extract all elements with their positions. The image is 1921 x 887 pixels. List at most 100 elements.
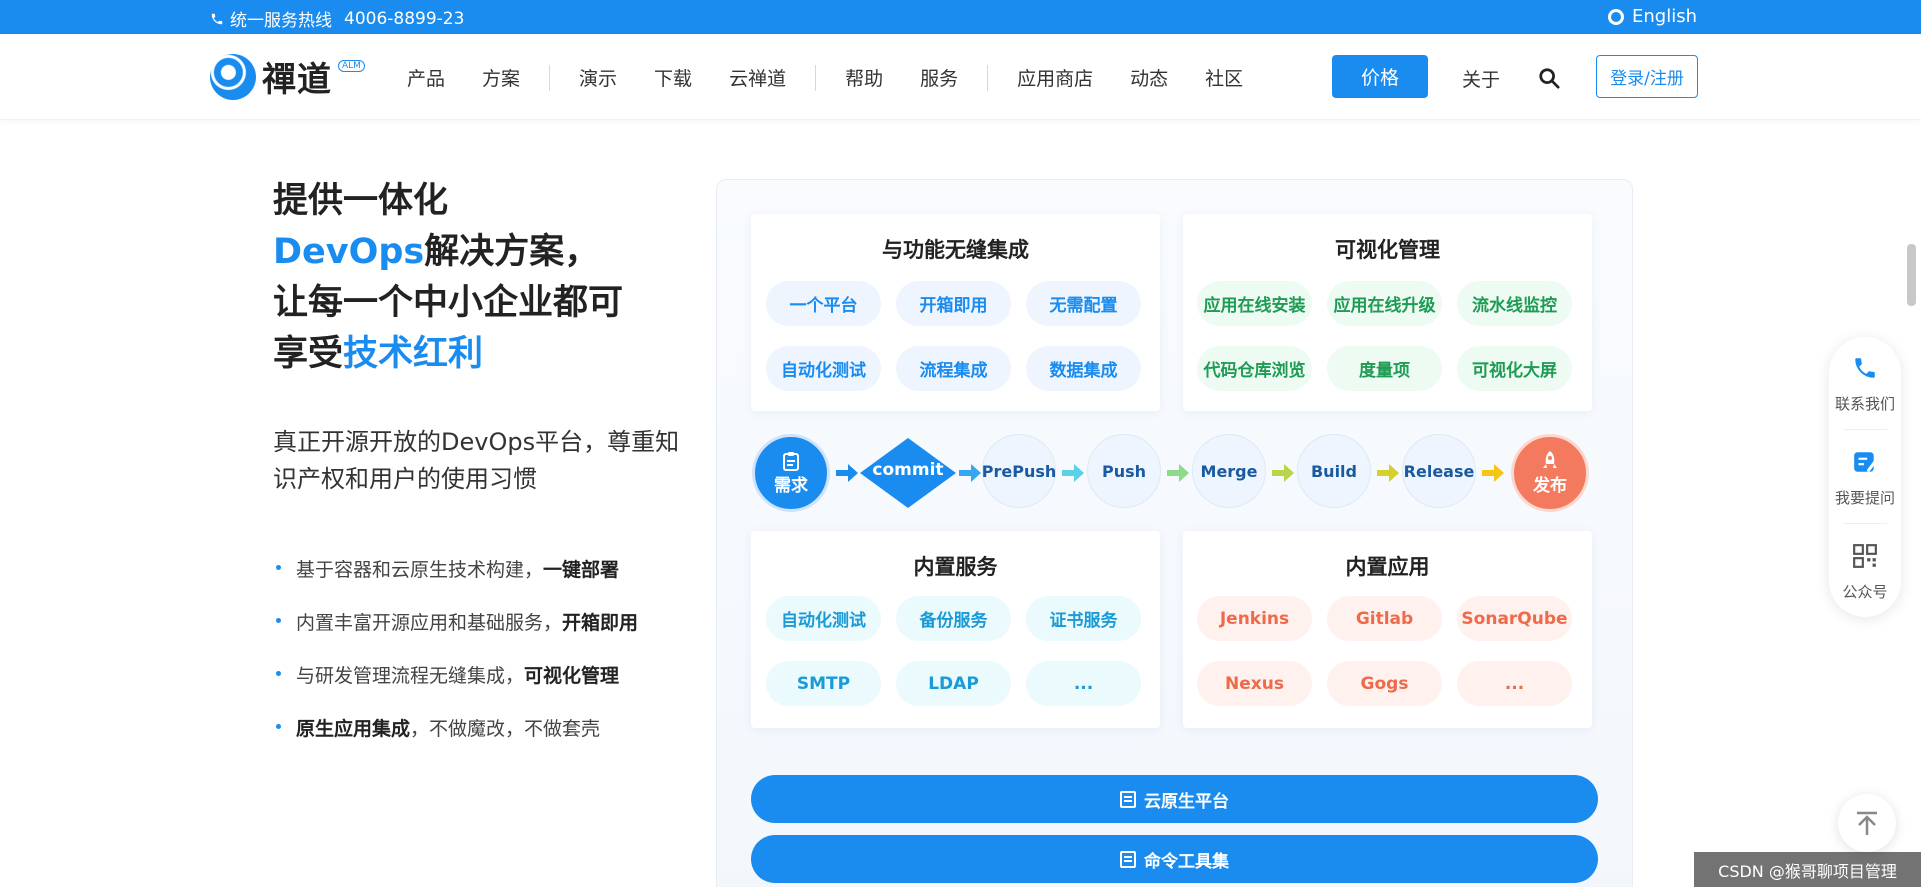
feature-item: 与研发管理流程无缝集成，可视化管理	[273, 661, 638, 714]
nav-item-cloud[interactable]: 云禅道	[729, 64, 786, 91]
arrow-right-icon	[1272, 464, 1294, 482]
headline-solution: 解决方案，	[424, 232, 600, 272]
qr-code-icon	[1853, 544, 1877, 568]
official-account-button[interactable]: 公众号	[1829, 543, 1901, 602]
card-title: 与功能无缝集成	[882, 238, 1029, 262]
nav-item-app-store[interactable]: 应用商店	[1017, 64, 1093, 91]
about-link[interactable]: 关于	[1462, 65, 1500, 92]
ask-question-label: 我要提问	[1834, 489, 1895, 507]
arrow-right-icon	[1167, 464, 1189, 482]
feature-text: 基于容器和云原生技术构建，	[296, 559, 544, 581]
logo[interactable]: 禪道 ALM	[210, 52, 365, 101]
nav-divider	[549, 64, 551, 91]
language-label: English	[1632, 6, 1697, 27]
login-register-button[interactable]: 登录/注册	[1596, 55, 1698, 98]
headline-line-3: 让每一个中小企业都可	[273, 283, 624, 323]
ask-question-button[interactable]: 我要提问	[1829, 449, 1901, 508]
terminal-icon	[1120, 850, 1136, 868]
pill-auto-test-service: 自动化测试	[766, 596, 881, 641]
headline-benefit: 技术红利	[343, 334, 484, 374]
pill-one-platform: 一个平台	[766, 281, 881, 326]
main-nav: 禪道 ALM 产品 方案 演示 下载 云禅道 帮助 服务 应用商店 动态 社区 …	[0, 34, 1921, 120]
service-hotline: 统一服务热线 4006-8899-23	[210, 6, 464, 31]
pill-backup-service: 备份服务	[896, 596, 1011, 641]
stage-release: Release	[1402, 434, 1476, 508]
nav-item-product[interactable]: 产品	[407, 64, 445, 91]
price-button[interactable]: 价格	[1332, 55, 1428, 98]
bullet-icon	[276, 724, 281, 729]
back-to-top-button[interactable]	[1838, 794, 1896, 852]
logo-icon	[210, 53, 256, 100]
hero-subtitle: 真正开源开放的DevOps平台，尊重知识产权和用户的使用习惯	[273, 428, 680, 493]
nav-item-solution[interactable]: 方案	[482, 64, 520, 91]
card-builtin-services: 内置服务 自动化测试 备份服务 证书服务 SMTP LDAP ...	[751, 531, 1160, 728]
stage-label: commit	[872, 460, 944, 480]
feature-item: 原生应用集成，不做魔改，不做套壳	[273, 714, 638, 767]
pill-metrics: 度量项	[1327, 346, 1442, 391]
headline-enjoy: 享受	[273, 334, 344, 374]
feature-highlight: 原生应用集成	[296, 718, 411, 740]
card-title: 内置服务	[913, 555, 998, 579]
language-switch[interactable]: English	[1608, 6, 1697, 27]
toolbar-divider	[1843, 429, 1887, 430]
feature-text: ，不做魔改，不做套壳	[410, 718, 601, 740]
feature-highlight: 一键部署	[543, 559, 620, 581]
nav-item-news[interactable]: 动态	[1130, 64, 1168, 91]
card-integration: 与功能无缝集成 一个平台 开箱即用 无需配置 自动化测试 流程集成 数据集成	[751, 214, 1160, 411]
arrow-right-icon	[959, 464, 981, 482]
pill-nexus: Nexus	[1197, 661, 1312, 706]
card-title: 内置应用	[1345, 555, 1430, 579]
phone-icon	[211, 13, 223, 24]
nav-item-community[interactable]: 社区	[1205, 64, 1243, 91]
logo-badge: ALM	[338, 59, 365, 72]
pipeline-start-requirement: 需求	[752, 434, 830, 512]
contact-us-label: 联系我们	[1834, 395, 1895, 413]
pill-gitlab: Gitlab	[1327, 596, 1442, 641]
nav-divider	[987, 64, 989, 91]
nav-item-download[interactable]: 下载	[654, 64, 692, 91]
button-label: 命令工具集	[1144, 851, 1229, 872]
pipeline-end-publish: 发布	[1511, 434, 1589, 512]
arrow-right-icon	[1377, 464, 1399, 482]
feature-list: 基于容器和云原生技术构建，一键部署 内置丰富开源应用和基础服务，开箱即用 与研发…	[273, 555, 638, 767]
nav-item-demo[interactable]: 演示	[579, 64, 617, 91]
stage-merge: Merge	[1192, 434, 1266, 508]
headline-line-4: 享受技术红利	[273, 329, 623, 380]
cloud-native-platform-button[interactable]: 云原生平台	[751, 775, 1598, 823]
pill-ready-to-use: 开箱即用	[896, 281, 1011, 326]
cli-toolset-button[interactable]: 命令工具集	[751, 835, 1598, 883]
pill-repo-browse: 代码仓库浏览	[1197, 346, 1312, 391]
arrow-right-icon	[1062, 464, 1084, 482]
pill-app-install: 应用在线安装	[1197, 281, 1312, 326]
pill-process-integration: 流程集成	[896, 346, 1011, 391]
scrollbar-thumb[interactable]	[1907, 244, 1916, 306]
nav-menu: 产品 方案 演示 下载 云禅道 帮助 服务 应用商店 动态 社区	[407, 64, 1280, 91]
feature-text: 内置丰富开源应用和基础服务，	[296, 612, 563, 634]
nav-item-service[interactable]: 服务	[920, 64, 958, 91]
pill-smtp: SMTP	[766, 661, 881, 706]
pill-more-services: ...	[1026, 661, 1141, 706]
rocket-icon	[1543, 450, 1557, 468]
contact-us-button[interactable]: 联系我们	[1829, 355, 1901, 414]
arrow-right-icon	[836, 464, 858, 482]
bullet-icon	[276, 565, 281, 570]
headline-line-1: 提供一体化	[273, 181, 449, 221]
pill-ldap: LDAP	[896, 661, 1011, 706]
pill-no-config: 无需配置	[1026, 281, 1141, 326]
feature-item: 基于容器和云原生技术构建，一键部署	[273, 555, 638, 608]
hotline-number: 4006-8899-23	[344, 8, 465, 29]
hero-headline: 提供一体化 DevOps解决方案， 让每一个中小企业都可 享受技术红利	[273, 176, 623, 380]
hotline-label: 统一服务热线	[230, 11, 332, 31]
stage-prepush: PrePush	[982, 434, 1056, 508]
nav-item-help[interactable]: 帮助	[845, 64, 883, 91]
card-title: 可视化管理	[1335, 238, 1440, 262]
arrow-right-icon	[1482, 464, 1504, 482]
nav-divider	[815, 64, 817, 91]
floating-toolbar: 联系我们 我要提问 公众号	[1829, 337, 1901, 617]
pill-gogs: Gogs	[1327, 661, 1442, 706]
stage-push: Push	[1087, 434, 1161, 508]
search-icon[interactable]	[1538, 67, 1560, 89]
pill-auto-test: 自动化测试	[766, 346, 881, 391]
feature-item: 内置丰富开源应用和基础服务，开箱即用	[273, 608, 638, 661]
button-label: 云原生平台	[1144, 791, 1229, 812]
